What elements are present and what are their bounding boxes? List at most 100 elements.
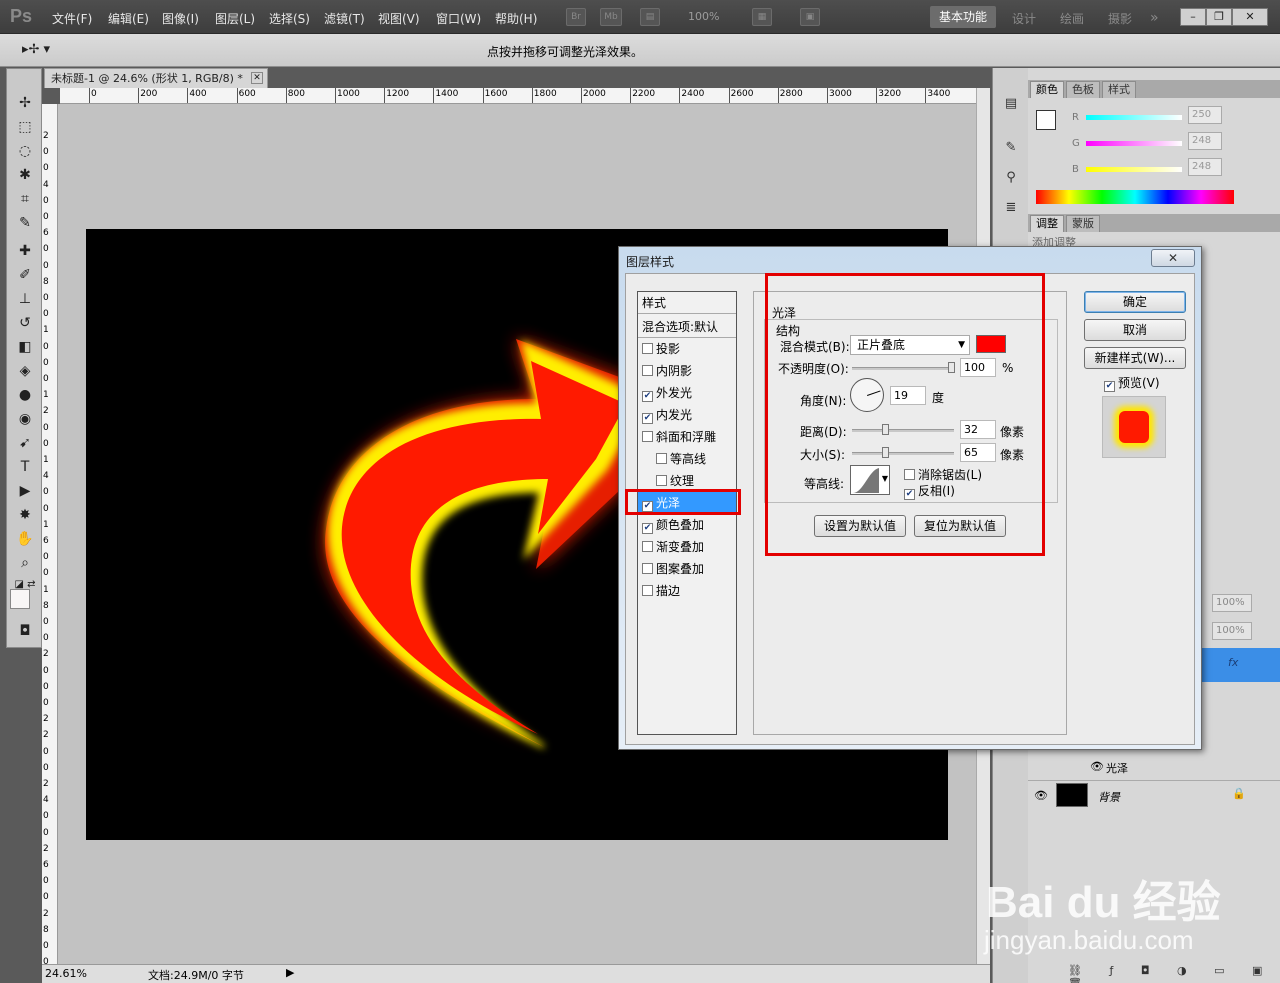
slider-r-track[interactable] xyxy=(1086,115,1182,120)
style-item[interactable]: 描边 xyxy=(638,580,736,602)
tab-styles[interactable]: 样式 xyxy=(1102,81,1136,98)
eyedropper-icon[interactable]: ✎ xyxy=(12,213,38,233)
menu-image[interactable]: 图像(I) xyxy=(162,10,199,27)
workspace-essentials[interactable]: 基本功能 xyxy=(930,6,996,28)
dialog-close-button[interactable]: ✕ xyxy=(1151,249,1195,267)
workspace-painting[interactable]: 绘画 xyxy=(1060,10,1084,27)
menu-filter[interactable]: 滤镜(T) xyxy=(324,10,365,27)
tab-close-icon[interactable]: ✕ xyxy=(251,72,263,84)
layer-effect-row[interactable]: 👁 光泽 xyxy=(1028,756,1280,778)
blur-tool-icon[interactable]: ● xyxy=(12,385,38,405)
move-tool-preset-icon[interactable]: ▸✢ ▾ xyxy=(22,42,50,57)
history-panel-icon[interactable]: ▤ xyxy=(1000,94,1022,114)
layer-fx-icon[interactable]: fx xyxy=(1228,656,1238,669)
panel-foreground-swatch[interactable] xyxy=(1036,110,1056,130)
vertical-ruler[interactable]: 2 0 0 4 0 0 6 0 0 8 0 0 1 0 0 0 1 2 0 0 1 4 0 0 1 6 0 0 1 8 0 0 2 0 0 0 2 2 0 0… xyxy=(42,104,58,964)
marquee-tool-icon[interactable]: ⬚ xyxy=(12,117,38,137)
status-doc-size[interactable]: 文档:24.9M/0 字节 xyxy=(148,967,244,983)
dodge-tool-icon[interactable]: ◉ xyxy=(12,409,38,429)
menu-file[interactable]: 文件(F) xyxy=(52,10,92,27)
preview-checkbox[interactable]: ✔ xyxy=(1104,381,1115,392)
healing-brush-icon[interactable]: ✚ xyxy=(12,241,38,261)
screen-mode-icon[interactable]: ▣ xyxy=(800,8,820,26)
paint-bucket-icon[interactable]: ◈ xyxy=(12,361,38,381)
style-item[interactable]: 等高线 xyxy=(638,448,736,470)
style-item-checkbox[interactable] xyxy=(642,563,653,574)
tool-presets-icon[interactable]: ✎ xyxy=(1000,138,1022,158)
style-item-checkbox[interactable]: ✔ xyxy=(642,523,653,534)
zoom-tool-icon[interactable]: ⌕ xyxy=(12,553,38,573)
tab-adjustments[interactable]: 调整 xyxy=(1030,215,1064,232)
hand-tool-icon[interactable]: ✋ xyxy=(12,529,38,549)
tab-swatches[interactable]: 色板 xyxy=(1066,81,1100,98)
status-menu-arrow-icon[interactable]: ▶ xyxy=(286,966,294,979)
style-item-checkbox[interactable] xyxy=(656,475,667,486)
style-item[interactable]: 投影 xyxy=(638,338,736,360)
preview-option[interactable]: ✔ 预览(V) xyxy=(1104,374,1160,392)
actions-panel-icon[interactable]: ≣ xyxy=(1000,198,1022,218)
shape-tool-icon[interactable]: ✸ xyxy=(12,505,38,525)
eye-icon[interactable]: 👁 xyxy=(1090,760,1104,773)
color-spectrum-bar[interactable] xyxy=(1036,190,1234,204)
restore-icon[interactable]: ❐ xyxy=(1206,8,1232,26)
workspace-design[interactable]: 设计 xyxy=(1012,10,1036,27)
style-item[interactable]: ✔ 外发光 xyxy=(638,382,736,404)
slider-b-track[interactable] xyxy=(1086,167,1182,172)
pen-tool-icon[interactable]: ➹ xyxy=(12,433,38,453)
menu-window[interactable]: 窗口(W) xyxy=(436,10,481,27)
menu-layer[interactable]: 图层(L) xyxy=(215,10,255,27)
style-item[interactable]: 内阴影 xyxy=(638,360,736,382)
document-tab[interactable]: 未标题-1 @ 24.6% (形状 1, RGB/8) * ✕ xyxy=(44,68,268,88)
style-item-checkbox[interactable] xyxy=(656,453,667,464)
eraser-tool-icon[interactable]: ◧ xyxy=(12,337,38,357)
style-item[interactable]: ✔ 颜色叠加 xyxy=(638,514,736,536)
brush-tool-icon[interactable]: ✐ xyxy=(12,265,38,285)
bridge-icon[interactable]: Br xyxy=(566,8,586,26)
arrange-icon[interactable]: ▦ xyxy=(752,8,772,26)
style-item-checkbox[interactable]: ✔ xyxy=(642,413,653,424)
stamp-tool-icon[interactable]: ⊥ xyxy=(12,289,38,309)
slider-b-value[interactable]: 248 xyxy=(1188,158,1222,176)
slider-g-value[interactable]: 248 xyxy=(1188,132,1222,150)
foreground-color-swatch[interactable] xyxy=(10,589,30,609)
layer-opacity-field[interactable]: 100% xyxy=(1212,594,1252,612)
close-icon[interactable]: ✕ xyxy=(1232,8,1268,26)
type-tool-icon[interactable]: T xyxy=(12,457,38,477)
menu-select[interactable]: 选择(S) xyxy=(269,10,310,27)
style-item-checkbox[interactable]: ✔ xyxy=(642,391,653,402)
style-item[interactable]: 图案叠加 xyxy=(638,558,736,580)
minibridge-icon[interactable]: Mb xyxy=(600,8,622,26)
magic-wand-icon[interactable]: ✱ xyxy=(12,165,38,185)
menu-edit[interactable]: 编辑(E) xyxy=(108,10,149,27)
style-item-checkbox[interactable] xyxy=(642,365,653,376)
status-zoom[interactable]: 24.61% xyxy=(45,967,87,980)
style-item[interactable]: ✔ 内发光 xyxy=(638,404,736,426)
style-item-checkbox[interactable] xyxy=(642,431,653,442)
quick-mask-icon[interactable]: ◘ xyxy=(12,621,38,641)
background-eye-icon[interactable]: 👁 xyxy=(1034,789,1048,802)
tab-color[interactable]: 颜色 xyxy=(1030,81,1064,98)
path-select-icon[interactable]: ▶ xyxy=(12,481,38,501)
more-workspaces-icon[interactable]: » xyxy=(1150,10,1159,26)
blend-options-item[interactable]: 混合选项:默认 xyxy=(638,316,736,338)
tab-masks[interactable]: 蒙版 xyxy=(1066,215,1100,232)
workspace-photography[interactable]: 摄影 xyxy=(1108,10,1132,27)
style-item-checkbox[interactable] xyxy=(642,541,653,552)
styles-header[interactable]: 样式 xyxy=(638,292,736,314)
menu-help[interactable]: 帮助(H) xyxy=(495,10,537,27)
ok-button[interactable]: 确定 xyxy=(1084,291,1186,313)
layer-panel-footer-icons[interactable]: ⛓ ƒ ◘ ◑ ▭ ▣ 🗑 xyxy=(1068,964,1278,983)
clone-source-icon[interactable]: ⚲ xyxy=(1000,168,1022,188)
menu-view[interactable]: 视图(V) xyxy=(378,10,420,27)
style-item[interactable]: 斜面和浮雕 xyxy=(638,426,736,448)
zoom-level-display[interactable]: 100% xyxy=(688,10,719,23)
slider-g-track[interactable] xyxy=(1086,141,1182,146)
style-item-checkbox[interactable] xyxy=(642,585,653,596)
cancel-button[interactable]: 取消 xyxy=(1084,319,1186,341)
history-brush-icon[interactable]: ↺ xyxy=(12,313,38,333)
move-tool-icon[interactable]: ✢ xyxy=(12,93,38,113)
new-style-button[interactable]: 新建样式(W)... xyxy=(1084,347,1186,369)
layer-row-background[interactable]: 👁 背景 🔒 xyxy=(1028,780,1280,810)
horizontal-ruler[interactable]: 0 200 400 600 800 1000 1200 1400 1600 1800 2000 220… xyxy=(60,88,976,104)
style-item[interactable]: 渐变叠加 xyxy=(638,536,736,558)
